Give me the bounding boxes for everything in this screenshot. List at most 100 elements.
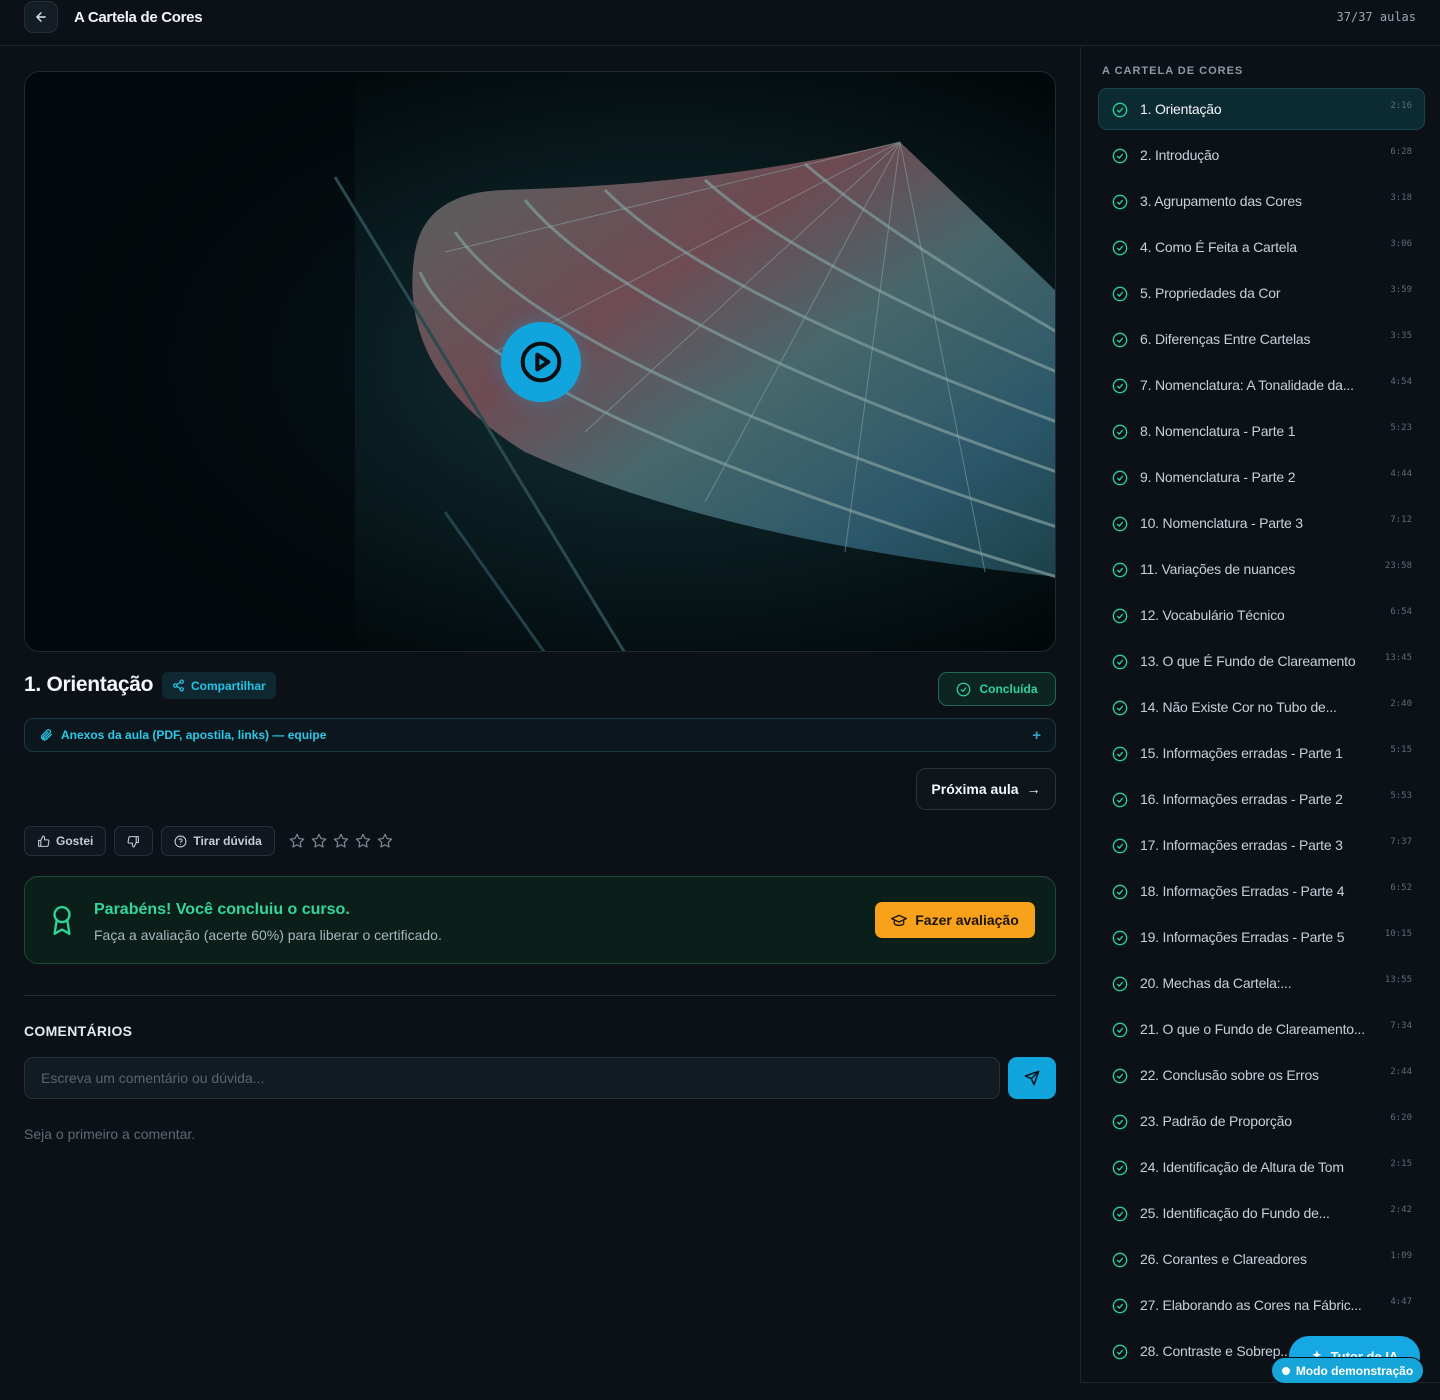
star-icon[interactable] [355,833,371,849]
sidebar-lesson-duration: 4:44 [1390,469,1412,479]
sidebar-lesson-item[interactable]: 12. Vocabulário Técnico 6:54 [1098,594,1425,636]
sidebar-lesson-item[interactable]: 23. Padrão de Proporção 6:20 [1098,1100,1425,1142]
attachments-label: Anexos da aula (PDF, apostila, links) — … [61,728,327,742]
sidebar-lesson-item[interactable]: 24. Identificação de Altura de Tom 2:15 [1098,1146,1425,1188]
ask-question-label: Tirar dúvida [193,834,262,848]
star-icon[interactable] [289,833,305,849]
check-circle-icon [1112,1022,1128,1043]
star-icon[interactable] [333,833,349,849]
sidebar-lesson-item[interactable]: 25. Identificação do Fundo de... 2:42 [1098,1192,1425,1234]
comments-heading: COMENTÁRIOS [24,1023,133,1039]
completion-title: Parabéns! Você concluiu o curso. [94,901,350,918]
lesson-title: 1. Orientação [24,673,154,696]
sidebar-lesson-label: 4. Como É Feita a Cartela [1140,239,1297,255]
sidebar-lesson-label: 11. Variações de nuances [1140,561,1296,577]
sidebar-lesson-item[interactable]: 20. Mechas da Cartela:... 13:55 [1098,962,1425,1004]
lesson-sidebar: A CARTELA DE CORES 1. Orientação 2:16 2. I… [1080,47,1440,1383]
sidebar-lesson-item[interactable]: 7. Nomenclatura: A Tonalidade da... 4:54 [1098,364,1425,406]
take-assessment-button[interactable]: Fazer avaliação [875,902,1035,938]
sidebar-lesson-label: 1. Orientação [1140,101,1222,117]
sidebar-lesson-item[interactable]: 18. Informações Erradas - Parte 4 6:52 [1098,870,1425,912]
sidebar-lesson-item[interactable]: 10. Nomenclatura - Parte 3 7:12 [1098,502,1425,544]
play-button[interactable] [501,322,581,402]
check-circle-icon [1112,1068,1128,1089]
sidebar-lesson-item[interactable]: 1. Orientação 2:16 [1098,88,1425,130]
back-button[interactable] [24,1,58,33]
sidebar-lesson-duration: 10:15 [1384,929,1412,939]
sidebar-lesson-duration: 23:58 [1384,561,1412,571]
share-button[interactable]: Compartilhar [162,672,276,699]
sidebar-lesson-duration: 5:23 [1390,423,1412,433]
sidebar-lesson-item[interactable]: 21. O que o Fundo de Clareamento... 7:34 [1098,1008,1425,1050]
sidebar-lesson-duration: 7:12 [1390,515,1412,525]
send-icon [1024,1070,1040,1086]
comment-placeholder: Escreva um comentário ou dúvida... [41,1070,265,1086]
check-circle-icon [957,682,971,696]
sidebar-lesson-item[interactable]: 27. Elaborando as Cores na Fábric... 4:47 [1098,1284,1425,1326]
sidebar-lesson-item[interactable]: 16. Informações erradas - Parte 2 5:53 [1098,778,1425,820]
sidebar-lesson-item[interactable]: 14. Não Existe Cor no Tubo de... 2:40 [1098,686,1425,728]
sidebar-lesson-duration: 2:15 [1390,1159,1412,1169]
star-icon[interactable] [311,833,327,849]
sidebar-lesson-label: 24. Identificação de Altura de Tom [1140,1159,1344,1175]
play-icon [520,341,562,383]
check-circle-icon [1112,424,1128,445]
video-player[interactable] [24,71,1056,652]
star-icon[interactable] [377,833,393,849]
check-circle-icon [1112,884,1128,905]
sidebar-lesson-item[interactable]: 11. Variações de nuances 23:58 [1098,548,1425,590]
sidebar-lesson-item[interactable]: 13. O que É Fundo de Clareamento 13:45 [1098,640,1425,682]
check-circle-icon [1112,194,1128,215]
sidebar-lesson-item[interactable]: 8. Nomenclatura - Parte 1 5:23 [1098,410,1425,452]
course-completion-banner: Parabéns! Você concluiu o curso. Faça a … [24,876,1056,964]
sidebar-lesson-duration: 3:18 [1390,193,1412,203]
sidebar-lesson-label: 5. Propriedades da Cor [1140,285,1281,301]
completed-status-button[interactable]: Concluída [938,672,1056,706]
lesson-progress-count: 37/37 aulas [1336,10,1416,24]
star-rating [289,833,393,849]
like-button[interactable]: Gostei [24,826,107,856]
sidebar-lesson-label: 9. Nomenclatura - Parte 2 [1140,469,1296,485]
next-lesson-button[interactable]: Próxima aula → [916,768,1056,810]
sidebar-lesson-label: 26. Corantes e Clareadores [1140,1251,1307,1267]
plus-icon: + [1032,726,1041,744]
check-circle-icon [1112,1160,1128,1181]
demo-mode-badge: Modo demonstração [1271,1357,1424,1384]
sidebar-lesson-label: 2. Introdução [1140,147,1220,163]
sidebar-lesson-duration: 7:34 [1390,1021,1412,1031]
sidebar-lesson-item[interactable]: 17. Informações erradas - Parte 3 7:37 [1098,824,1425,866]
sidebar-lesson-duration: 7:37 [1390,837,1412,847]
ask-question-button[interactable]: Tirar dúvida [161,826,275,856]
sidebar-lesson-item[interactable]: 9. Nomenclatura - Parte 2 4:44 [1098,456,1425,498]
sidebar-lesson-item[interactable]: 2. Introdução 6:28 [1098,134,1425,176]
sidebar-lesson-item[interactable]: 15. Informações erradas - Parte 1 5:15 [1098,732,1425,774]
check-circle-icon [1112,838,1128,859]
attachments-toggle[interactable]: Anexos da aula (PDF, apostila, links) — … [24,718,1056,752]
dislike-button[interactable] [114,826,154,856]
sidebar-lesson-item[interactable]: 19. Informações Erradas - Parte 5 10:15 [1098,916,1425,958]
thumbs-down-icon [127,835,140,847]
sidebar-lesson-label: 3. Agrupamento das Cores [1140,193,1302,209]
sidebar-lesson-label: 7. Nomenclatura: A Tonalidade da... [1140,377,1354,393]
sidebar-lesson-duration: 13:55 [1384,975,1412,985]
sidebar-lesson-item[interactable]: 3. Agrupamento das Cores 3:18 [1098,180,1425,222]
sidebar-lesson-label: 27. Elaborando as Cores na Fábric... [1140,1297,1362,1313]
sidebar-lesson-duration: 13:45 [1384,653,1412,663]
sidebar-lesson-item[interactable]: 22. Conclusão sobre os Erros 2:44 [1098,1054,1425,1096]
sidebar-lesson-label: 19. Informações Erradas - Parte 5 [1140,929,1345,945]
top-bar: A Cartela de Cores 37/37 aulas [0,0,1440,46]
sidebar-lesson-item[interactable]: 4. Como É Feita a Cartela 3:06 [1098,226,1425,268]
like-label: Gostei [56,834,94,848]
sidebar-lesson-item[interactable]: 26. Corantes e Clareadores 1:09 [1098,1238,1425,1280]
graduation-cap-icon [891,914,908,926]
check-circle-icon [1112,516,1128,537]
check-circle-icon [1112,1298,1128,1319]
comment-input[interactable]: Escreva um comentário ou dúvida... [24,1057,1000,1099]
sidebar-lesson-duration: 6:20 [1390,1113,1412,1123]
check-circle-icon [1112,654,1128,675]
award-icon [53,905,71,935]
send-comment-button[interactable] [1008,1057,1056,1099]
sidebar-lesson-item[interactable]: 5. Propriedades da Cor 3:59 [1098,272,1425,314]
check-circle-icon [1112,976,1128,997]
sidebar-lesson-item[interactable]: 6. Diferenças Entre Cartelas 3:35 [1098,318,1425,360]
